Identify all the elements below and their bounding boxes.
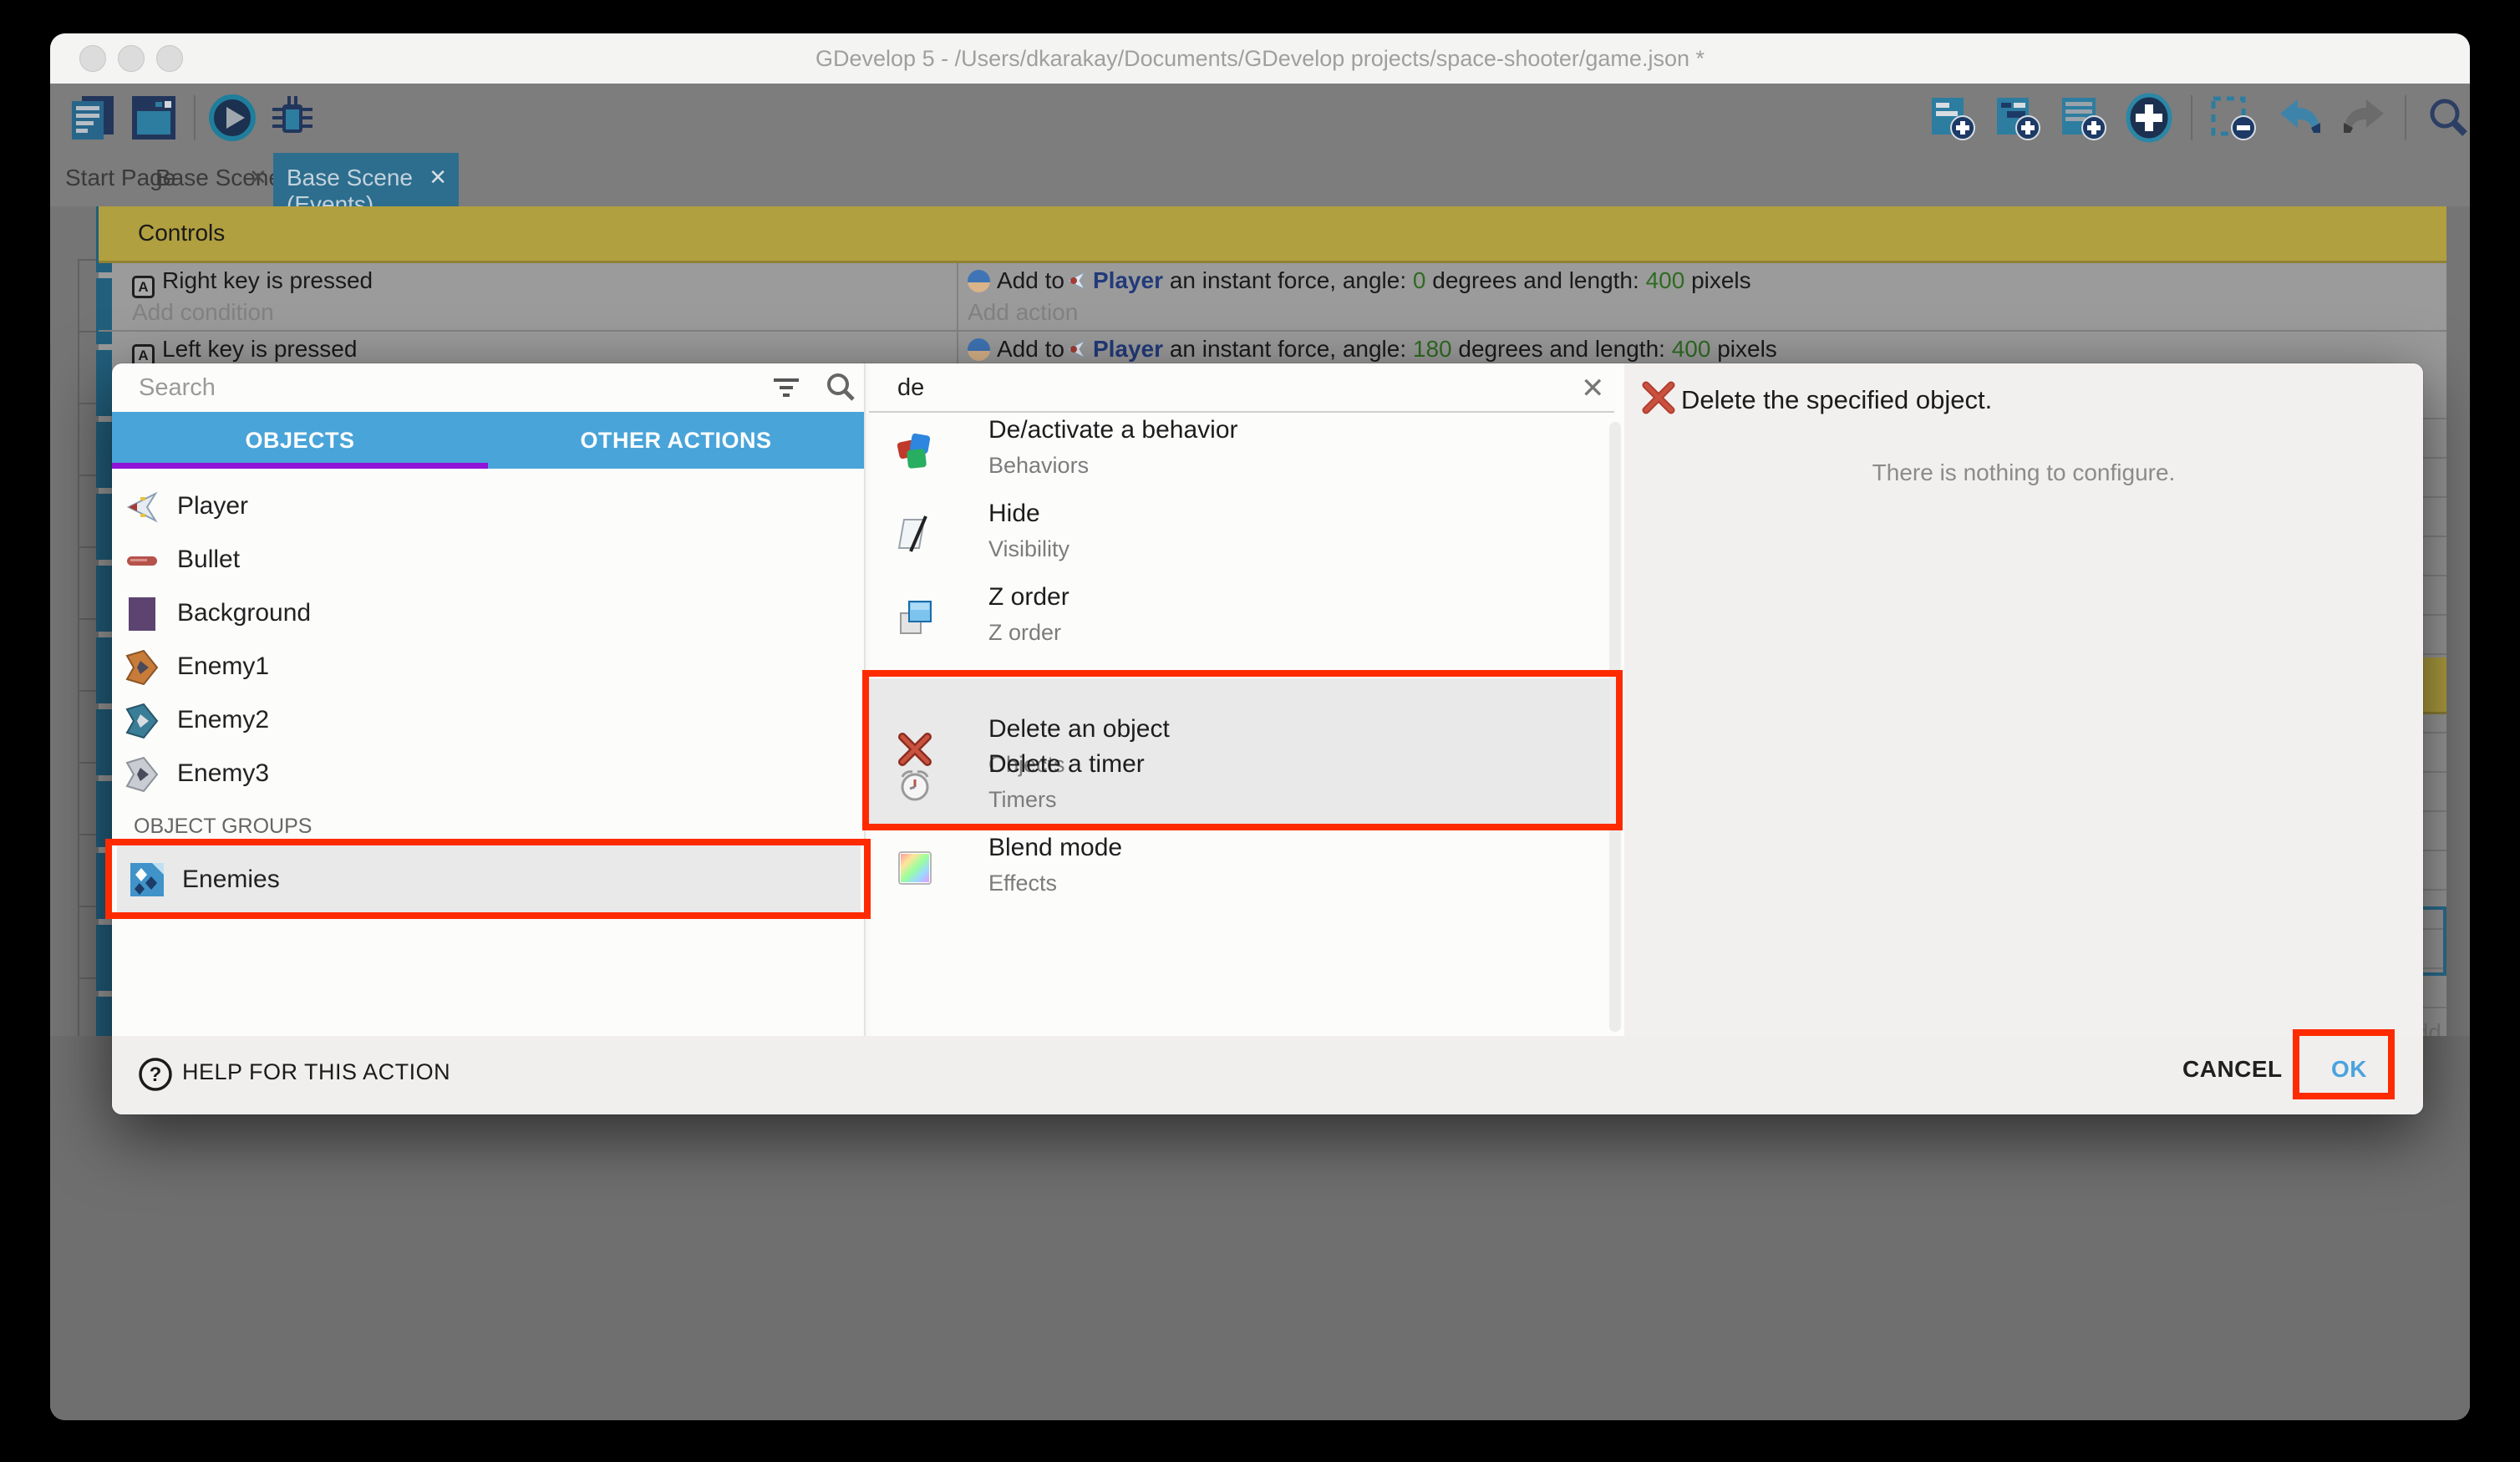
cancel-button[interactable]: CANCEL — [2182, 1056, 2283, 1083]
action-item-z-order[interactable]: Z order Z order — [869, 576, 1614, 660]
tab-objects[interactable]: OBJECTS — [112, 412, 488, 469]
help-for-this-action-button[interactable]: HELP FOR THIS ACTION — [182, 1059, 450, 1085]
toolbar-separator — [2191, 95, 2192, 140]
object-row-bullet[interactable]: Bullet — [112, 534, 864, 587]
tab-base-scene-close-icon[interactable]: ✕ — [249, 165, 267, 190]
action-description-title: Delete the specified object. — [1681, 385, 1992, 415]
action-editor-dialog: Delete the specified object. There is no… — [112, 363, 2423, 1114]
z-order-icon — [896, 598, 934, 637]
add-condition-button[interactable]: Add condition — [132, 296, 274, 329]
action-item-delete-timer[interactable]: Delete a timer Timers — [869, 744, 1614, 827]
project-manager-icon[interactable] — [69, 94, 117, 143]
nothing-to-configure-text: There is nothing to configure. — [1624, 459, 2423, 486]
object-groups-header: OBJECT GROUPS — [134, 815, 312, 839]
object-row-player[interactable]: Player — [112, 480, 864, 534]
object-group-row-enemies[interactable]: Enemies — [117, 845, 861, 914]
action-description-panel: Delete the specified object. There is no… — [1624, 363, 2423, 1114]
main-toolbar — [50, 84, 2470, 153]
redo-icon[interactable] — [2340, 94, 2390, 145]
delete-action-icon — [1639, 378, 1678, 417]
filter-icon[interactable] — [772, 377, 800, 398]
debug-icon[interactable] — [267, 93, 318, 143]
force-action-icon — [968, 338, 990, 361]
title-bar: GDevelop 5 - /Users/dkarakay/Documents/G… — [50, 33, 2470, 84]
add-action-button[interactable]: Add action — [968, 296, 1078, 329]
behaviors-icon — [896, 431, 934, 470]
window-title: GDevelop 5 - /Users/dkarakay/Documents/G… — [50, 33, 2470, 84]
action-item-deactivate-behavior[interactable]: De/activate a behavior Behaviors — [869, 409, 1614, 493]
panel-divider — [864, 363, 866, 1036]
enemies-group-icon — [129, 861, 165, 898]
comment-event[interactable]: Controls — [99, 206, 2446, 263]
enemy1-object-icon — [124, 649, 160, 686]
remove-selection-icon[interactable] — [2209, 94, 2259, 145]
active-tab-indicator — [112, 463, 488, 469]
tab-base-scene-events[interactable]: Base Scene (Events) ✕ — [273, 153, 459, 206]
object-row-background[interactable]: Background — [112, 587, 864, 641]
actions-scrollbar[interactable] — [1609, 422, 1621, 1032]
object-search-input[interactable] — [137, 370, 722, 405]
object-panel-tabs: OBJECTS OTHER ACTIONS — [112, 412, 864, 469]
blend-mode-icon — [896, 849, 934, 887]
add-subevent-icon[interactable] — [1994, 94, 2044, 145]
player-object-icon — [1066, 338, 1088, 360]
force-action-icon — [968, 270, 990, 292]
toolbar-separator — [2405, 95, 2406, 140]
screen: GDevelop 5 - /Users/dkarakay/Documents/G… — [0, 0, 2520, 1462]
timer-icon — [896, 765, 934, 804]
bullet-object-icon — [124, 542, 160, 579]
object-row-enemy1[interactable]: Enemy1 — [112, 641, 864, 694]
object-search-row — [112, 363, 864, 411]
action-item-hide[interactable]: Hide Visibility — [869, 493, 1614, 576]
object-row-enemy2[interactable]: Enemy2 — [112, 694, 864, 748]
action-item-blend-mode[interactable]: Blend mode Effects — [869, 827, 1614, 911]
hide-icon — [896, 515, 934, 553]
add-event-icon[interactable] — [1928, 94, 1979, 145]
dialog-footer: ? HELP FOR THIS ACTION CANCEL OK — [112, 1036, 2423, 1114]
condition-text[interactable]: ARight key is pressed — [132, 263, 373, 298]
condition-text[interactable]: ALeft key is pressed — [132, 332, 357, 367]
action-text[interactable]: Add toPlayer an instant force, angle: 18… — [968, 332, 1777, 367]
comment-text: Controls — [138, 220, 225, 246]
scene-editor-icon[interactable] — [130, 94, 179, 143]
action-text[interactable]: Add toPlayer an instant force, angle: 0 … — [968, 263, 1751, 298]
ok-button[interactable]: OK — [2331, 1056, 2367, 1083]
add-comment-icon[interactable] — [2059, 94, 2109, 145]
action-search-input[interactable] — [896, 370, 1481, 405]
player-object-icon — [124, 489, 160, 525]
tab-other-actions[interactable]: OTHER ACTIONS — [488, 412, 864, 469]
add-circle-icon[interactable] — [2124, 93, 2174, 143]
object-row-enemy3[interactable]: Enemy3 — [112, 748, 864, 801]
keyboard-icon: A — [132, 276, 155, 298]
enemy3-object-icon — [124, 756, 160, 793]
player-object-icon — [1066, 270, 1088, 292]
help-icon[interactable]: ? — [137, 1056, 174, 1093]
editor-tab-bar: Start Page Base Scene ✕ Base Scene (Even… — [50, 153, 2470, 206]
background-object-icon — [124, 596, 160, 632]
undo-icon[interactable] — [2274, 94, 2324, 145]
svg-text:?: ? — [150, 1064, 162, 1086]
play-icon[interactable] — [207, 93, 257, 143]
search-icon[interactable] — [824, 371, 857, 404]
toolbar-separator — [194, 95, 196, 140]
search-icon[interactable] — [2423, 94, 2470, 144]
clear-search-icon[interactable]: ✕ — [1581, 372, 1605, 405]
tab-close-icon[interactable]: ✕ — [429, 165, 447, 190]
enemy2-object-icon — [124, 703, 160, 739]
